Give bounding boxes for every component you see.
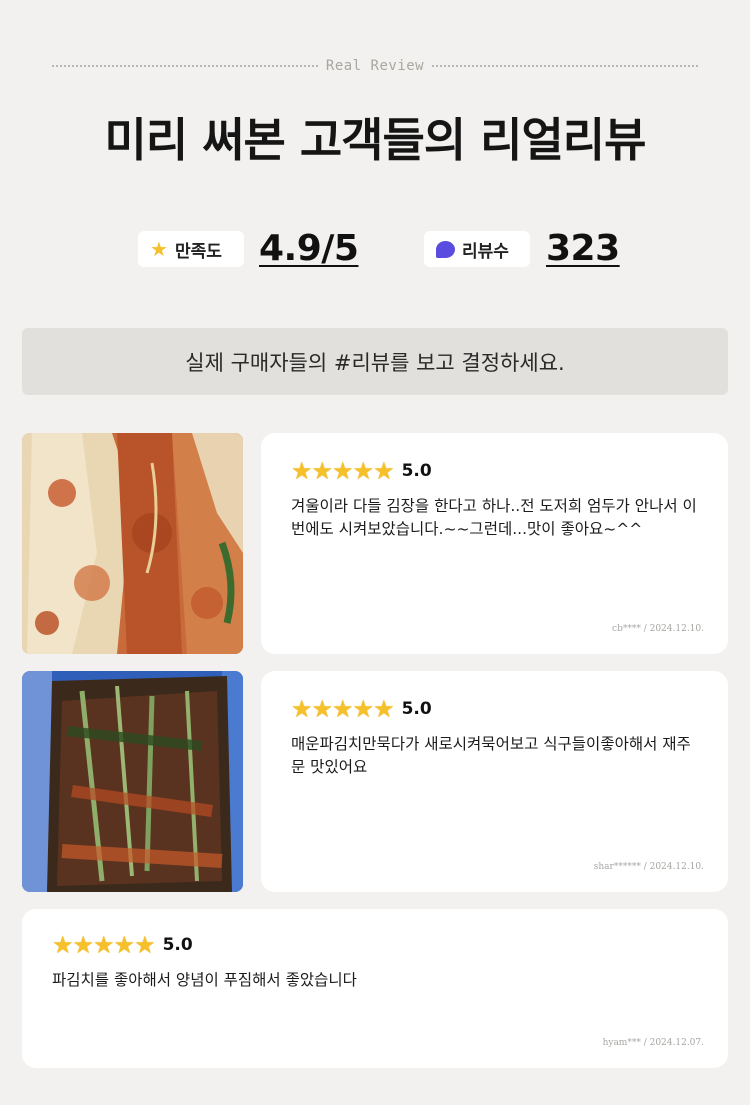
- review-meta: hyam*** / 2024.12.07.: [602, 1038, 704, 1048]
- review-rating: ★★★★★ 5.0: [52, 931, 193, 959]
- stats-row: ★ 만족도 4.9/5 리뷰수 323: [0, 228, 750, 272]
- review-meta: shar****** / 2024.12.10.: [593, 862, 704, 872]
- dotted-divider-left: [52, 65, 318, 67]
- review-count-badge: 리뷰수: [424, 231, 530, 267]
- review-count-label: 리뷰수: [462, 241, 509, 262]
- chat-bubble-icon: [436, 240, 455, 258]
- review-count-value: 323: [546, 228, 620, 269]
- page-title: 미리 써본 고객들의 리얼리뷰: [104, 113, 647, 167]
- review-card: ★★★★★ 5.0 매운파김치만묵다가 새로시켜묵어보고 식구들이좋아해서 재주…: [261, 671, 728, 892]
- rating-score: 5.0: [401, 461, 432, 481]
- dotted-divider-right: [432, 65, 698, 67]
- satisfaction-value: 4.9/5: [259, 228, 359, 269]
- rating-score: 5.0: [162, 935, 193, 955]
- rating-stars-icon: ★★★★★: [291, 457, 395, 485]
- rating-stars-icon: ★★★★★: [291, 695, 395, 723]
- review-text: 겨울이라 다들 김장을 한다고 하나..전 도저희 엄두가 안나서 이번에도 시…: [291, 497, 697, 538]
- review-card: ★★★★★ 5.0 겨울이라 다들 김장을 한다고 하나..전 도저희 엄두가 …: [261, 433, 728, 654]
- section-tag: Real Review: [325, 58, 425, 74]
- section-tag-row: Real Review: [52, 56, 698, 76]
- review-meta: cb**** / 2024.12.10.: [612, 624, 704, 634]
- satisfaction-badge: ★ 만족도: [138, 231, 244, 267]
- star-icon: ★: [150, 237, 168, 261]
- satisfaction-label: 만족도: [174, 241, 222, 262]
- review-text: 매운파김치만묵다가 새로시켜묵어보고 식구들이좋아해서 재주문 맛있어요: [291, 735, 691, 776]
- green-onion-kimchi-photo[interactable]: [22, 671, 243, 892]
- kimchi-photo[interactable]: [22, 433, 243, 654]
- review-text: 파김치를 좋아해서 양념이 푸짐해서 좋았습니다: [52, 971, 357, 989]
- rating-stars-icon: ★★★★★: [52, 931, 156, 959]
- info-banner-text: 실제 구매자들의 #리뷰를 보고 결정하세요.: [185, 350, 565, 375]
- review-rating: ★★★★★ 5.0: [291, 695, 432, 723]
- review-card: ★★★★★ 5.0 파김치를 좋아해서 양념이 푸짐해서 좋았습니다 hyam*…: [22, 909, 728, 1068]
- rating-score: 5.0: [401, 699, 432, 719]
- review-rating: ★★★★★ 5.0: [291, 457, 432, 485]
- info-banner: 실제 구매자들의 #리뷰를 보고 결정하세요.: [22, 328, 728, 395]
